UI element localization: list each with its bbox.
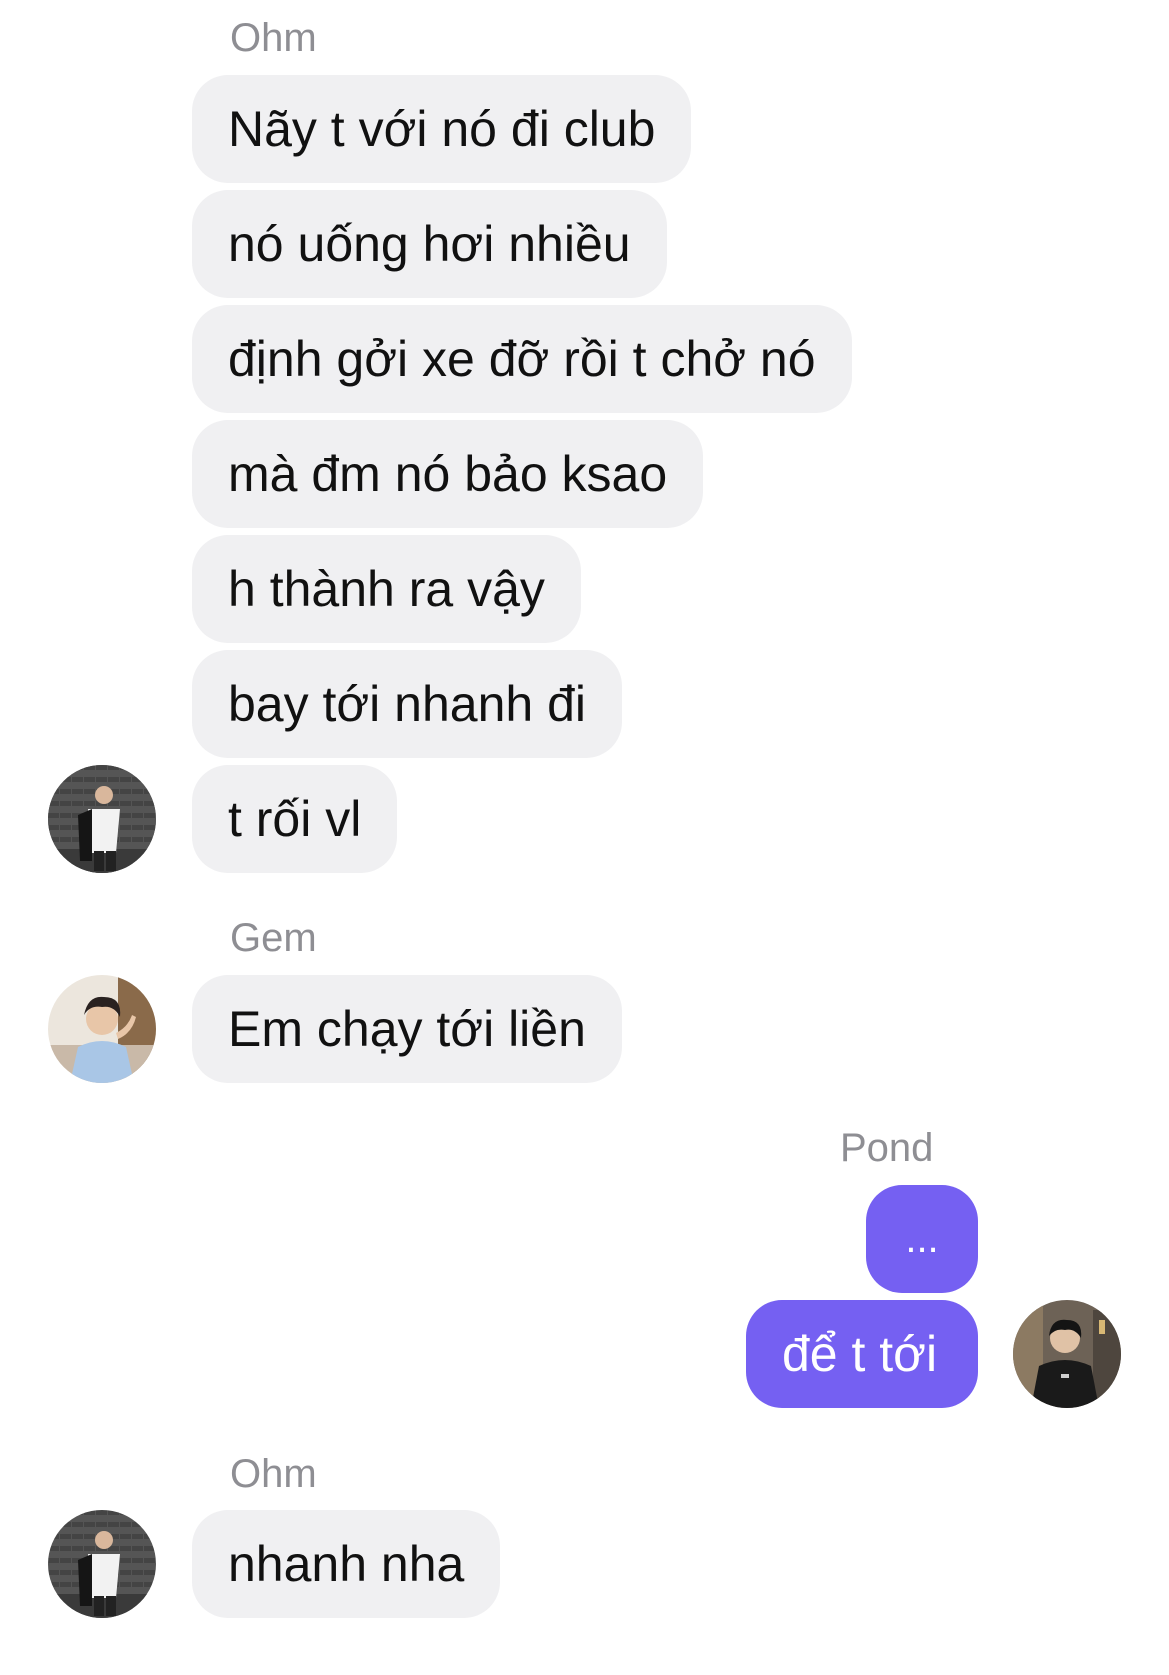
sender-name-ohm: Ohm: [230, 1452, 317, 1496]
sender-name-ohm: Ohm: [230, 16, 317, 60]
message-bubble[interactable]: mà đm nó bảo ksao: [192, 420, 704, 528]
sender-name-gem: Gem: [230, 916, 317, 960]
message-bubble[interactable]: Nãy t với nó đi club: [192, 75, 692, 183]
chat-thread: Ohm Nãy t với nó đi club nó uống hơi nhi…: [0, 0, 1169, 1675]
message-bubble[interactable]: định gởi xe đỡ rồi t chở nó: [192, 305, 852, 413]
message-bubble[interactable]: t rối vl: [192, 765, 398, 873]
typing-bubble[interactable]: ...: [866, 1185, 978, 1293]
avatar-ohm[interactable]: [48, 1510, 156, 1618]
profile-photo-icon: [1013, 1300, 1121, 1408]
avatar-ohm[interactable]: [48, 765, 156, 873]
message-bubble[interactable]: nó uống hơi nhiều: [192, 190, 667, 298]
profile-photo-icon: [48, 765, 156, 873]
message-bubble[interactable]: bay tới nhanh đi: [192, 650, 623, 758]
sender-name-pond: Pond: [840, 1126, 934, 1170]
avatar-pond[interactable]: [1013, 1300, 1121, 1408]
message-bubble[interactable]: để t tới: [746, 1300, 978, 1408]
profile-photo-icon: [48, 975, 156, 1083]
profile-photo-icon: [48, 1510, 156, 1618]
message-bubble[interactable]: nhanh nha: [192, 1510, 501, 1618]
message-bubble[interactable]: h thành ra vậy: [192, 535, 581, 643]
message-bubble[interactable]: Em chạy tới liền: [192, 975, 622, 1083]
avatar-gem[interactable]: [48, 975, 156, 1083]
